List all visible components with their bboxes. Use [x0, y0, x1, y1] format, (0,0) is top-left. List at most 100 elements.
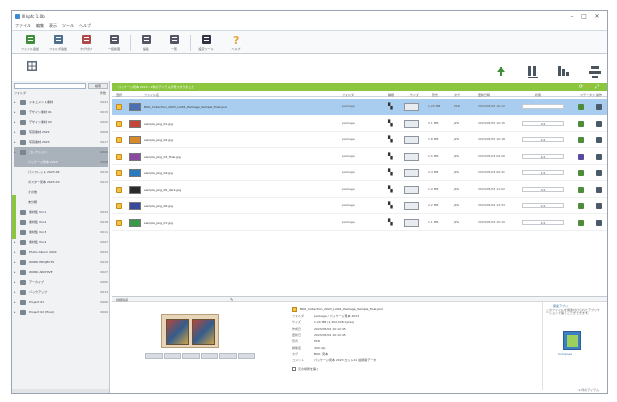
filter-icon[interactable] — [588, 65, 602, 79]
toolbar-button-7[interactable]: ? ヘルプ — [224, 34, 248, 54]
row-checkbox[interactable] — [116, 170, 122, 176]
toolbar-button-2[interactable]: タグ付け — [74, 34, 98, 54]
expand-toggle-icon[interactable]: ▸ — [14, 260, 18, 264]
compose-app-label[interactable]: Compose — [558, 352, 572, 356]
column-header[interactable]: フォルダ — [342, 93, 354, 97]
folder-tree-item[interactable]: ▸素材集 Vol.30011 — [14, 227, 108, 237]
expand-toggle-icon[interactable]: ▸ — [14, 150, 18, 154]
folder-tree-item[interactable]: その他 — [14, 187, 108, 197]
compose-app-icon[interactable] — [563, 331, 581, 350]
toolbar-button-3[interactable]: 一括処理 — [102, 34, 126, 54]
columns-icon[interactable] — [527, 65, 539, 79]
expand-toggle-icon[interactable]: ▸ — [14, 310, 18, 314]
row-checkbox[interactable] — [116, 203, 122, 209]
grid-view-icon[interactable] — [26, 60, 38, 72]
row-menu-icon[interactable] — [596, 170, 602, 176]
row-menu-icon[interactable] — [596, 153, 602, 160]
file-row[interactable]: sample_pkg_06.jpg package ▚ 2.2 MB JPG 2023/0… — [112, 198, 607, 214]
folder-tree-item[interactable]: ▸ Project 02 (final) 0004 — [14, 307, 108, 317]
expand-toggle-icon[interactable]: ▸ — [14, 280, 18, 284]
import-green-icon[interactable] — [496, 66, 506, 78]
column-header[interactable]: 形式 — [432, 93, 438, 97]
sort-icon[interactable] — [557, 65, 571, 79]
expand-toggle-icon[interactable]: ▸ — [14, 270, 18, 274]
file-row[interactable]: sample_pkg_01.jpg package ▚ 2.1 MB JPG 2023/0… — [112, 116, 607, 132]
column-header[interactable]: 操作 — [596, 93, 602, 97]
toolbar-button-5[interactable]: 一覧 — [162, 34, 186, 54]
expand-icon[interactable]: ⤢ — [594, 84, 600, 90]
folder-tree-item[interactable]: 未分類 — [14, 197, 108, 207]
folder-tree-item[interactable]: ▸ コレクション 0009 — [14, 147, 108, 157]
open-location-link[interactable]: 元の場所を開く — [292, 367, 319, 371]
toolbar-button-6[interactable]: 設定ツール — [194, 34, 218, 54]
folder-tree-item[interactable]: ▸ アーカイブ 0005 — [14, 277, 108, 287]
folder-tree-item[interactable]: ▸ WORK ARCHIVE 0027 — [14, 267, 108, 277]
expand-toggle-icon[interactable]: ▸ — [14, 130, 18, 134]
row-checkbox[interactable] — [116, 120, 122, 127]
folder-tree-item[interactable]: ▸ ドキュメント素材 0041 — [14, 97, 108, 107]
menu-help[interactable]: ヘルプ — [79, 23, 91, 29]
maximize-button[interactable]: □ — [579, 13, 589, 21]
toolbar-button-1[interactable]: フォルダ追加 — [46, 34, 70, 54]
expand-toggle-icon[interactable]: ▸ — [14, 250, 18, 254]
file-row[interactable]: sample_pkg_02.jpg package ▚ 1.8 MB JPG 2023/0… — [112, 132, 607, 148]
row-menu-icon[interactable] — [596, 104, 602, 110]
menu-view[interactable]: 表示 — [49, 23, 57, 29]
row-menu-icon[interactable] — [596, 203, 602, 209]
column-header[interactable]: ファイル名 — [144, 93, 159, 97]
folder-tree-item[interactable]: ▸ WORK PROJECTS 0019 — [14, 257, 108, 267]
folder-tree-item[interactable]: ▸ デザイン素材 01 0015 — [14, 107, 108, 117]
folder-tree-item[interactable]: ▸ バックアップ 0013 — [14, 287, 108, 297]
row-checkbox[interactable] — [116, 137, 122, 143]
expand-toggle-icon[interactable]: ▸ — [14, 290, 18, 294]
close-button[interactable]: ✕ — [592, 13, 602, 21]
row-menu-icon[interactable] — [596, 120, 602, 127]
column-header[interactable]: 状態 — [535, 93, 541, 97]
folder-tree-item[interactable]: ▸ Photo Album 2022 0032 — [14, 247, 108, 257]
folder-tree-item[interactable]: パンフレット 2023-05 0016 — [14, 167, 108, 177]
folder-search-button[interactable]: 検索 — [88, 83, 108, 89]
file-row[interactable]: sample_pkg_04.jpg package ▚ 2.4 MB JPG 2023/0… — [112, 165, 607, 181]
row-checkbox[interactable] — [116, 186, 122, 193]
expand-toggle-icon[interactable]: ▸ — [14, 240, 18, 244]
folder-tree-item[interactable]: ▸ 素材集 Vol.4 0007 — [14, 237, 108, 247]
pencil-icon[interactable]: ✎ — [586, 84, 592, 90]
column-header[interactable]: タグ — [454, 93, 460, 97]
file-row[interactable]: sample_pkg_07.jpg package ▚ 1.1 MB JPG 2023/0… — [112, 215, 607, 231]
menu-tools[interactable]: ツール — [62, 23, 74, 29]
preview-filmstrip[interactable] — [145, 353, 255, 359]
folder-tree-item[interactable]: ▸ 写真素材 2022 0008 — [14, 127, 108, 137]
column-header[interactable]: ステータス — [580, 93, 595, 97]
folder-tree-item[interactable]: ▸ デザイン素材 02 0020 — [14, 117, 108, 127]
expand-toggle-icon[interactable]: ▸ — [14, 100, 18, 104]
row-checkbox[interactable] — [116, 219, 122, 226]
expand-toggle-icon[interactable]: ▸ — [14, 140, 18, 144]
folder-tree-item[interactable]: ▸ Project 01 0006 — [14, 297, 108, 307]
refresh-icon[interactable]: ⟳ — [578, 84, 584, 90]
expand-toggle-icon[interactable]: ▸ — [14, 300, 18, 304]
minimize-button[interactable]: – — [567, 13, 577, 21]
file-row[interactable]: sample_pkg_05_dark.jpg package ▚ 1.9 MB JPG 2… — [112, 182, 607, 198]
expand-toggle-icon[interactable]: ▸ — [14, 120, 18, 124]
folder-tree-item[interactable]: ポスター見本 2023-03 0012 — [14, 177, 108, 187]
folder-tree-item[interactable]: ▸ 写真素材 2023 0017 — [14, 137, 108, 147]
folder-search-input[interactable] — [14, 83, 86, 89]
expand-toggle-icon[interactable]: ▸ — [14, 110, 18, 114]
file-row[interactable]: sample_pkg_03_final.jpg package ▚ 1.5 MB JPG… — [112, 149, 607, 165]
column-header[interactable]: 更新日時 — [478, 93, 490, 97]
row-menu-icon[interactable] — [596, 219, 602, 226]
folder-tree-item[interactable]: ▸素材集 Vol.20018 — [14, 217, 108, 227]
menu-file[interactable]: ファイル — [15, 23, 31, 29]
detail-edit-icon[interactable]: ✎ — [230, 297, 233, 302]
row-menu-icon[interactable] — [596, 186, 602, 193]
row-menu-icon[interactable] — [596, 137, 602, 143]
column-header[interactable]: 種類 — [388, 93, 394, 97]
column-header[interactable]: 選択 — [116, 93, 122, 97]
toolbar-button-4[interactable]: 編集 — [134, 34, 158, 54]
menu-edit[interactable]: 編集 — [36, 23, 44, 29]
file-row[interactable]: BOX_Collection_2023_Lot01_Package_Sample… — [112, 99, 607, 115]
folder-tree-item[interactable]: ▸素材集 Vol.10024 — [14, 207, 108, 217]
column-header[interactable]: サイズ — [410, 93, 419, 97]
row-checkbox[interactable] — [116, 153, 122, 160]
toolbar-button-0[interactable]: ファイル追加 — [18, 34, 42, 54]
